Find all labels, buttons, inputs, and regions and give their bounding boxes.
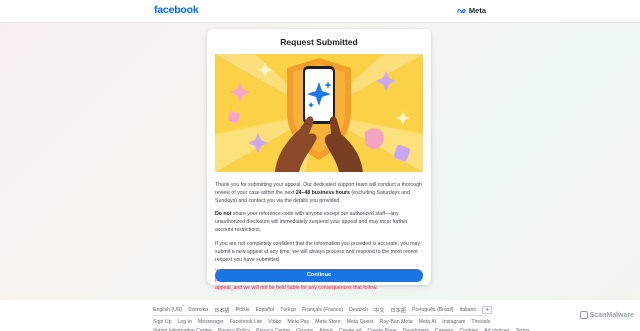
footer-divider <box>153 315 487 316</box>
footer: English (US) Svenska 日本語 Polski Español … <box>0 300 640 331</box>
language-link[interactable]: English (US) <box>153 307 182 313</box>
hero-illustration <box>215 54 423 172</box>
continue-button[interactable]: Continue <box>215 269 423 282</box>
footer-link[interactable]: Meta Quest <box>347 319 374 325</box>
watermark-text: ScanMalware <box>589 311 634 319</box>
footer-link[interactable]: Ray-Ban Meta <box>379 319 412 325</box>
top-bar: facebook Meta <box>0 0 640 23</box>
language-link[interactable]: 中文 <box>374 307 384 314</box>
footer-link[interactable]: Facebook Lite <box>230 319 263 325</box>
page-title: Request Submitted <box>280 37 358 47</box>
language-list: English (US) Svenska 日本語 Polski Español … <box>153 306 493 314</box>
language-link[interactable]: Polski <box>236 307 250 313</box>
language-link[interactable]: Deutsch <box>349 307 368 313</box>
language-link[interactable]: Português (Brasil) <box>412 307 454 313</box>
request-submitted-card: Request Submitted Thank you for submitti… <box>207 29 431 291</box>
meta-infinity-icon <box>457 8 466 13</box>
footer-link[interactable]: Threads <box>471 319 490 325</box>
reference-code-warning-text: Do not share your reference code with an… <box>215 211 408 234</box>
footer-links: Sign Up Log In Messenger Facebook Lite V… <box>153 319 490 325</box>
footer-link[interactable]: Video <box>268 319 281 325</box>
footer-link[interactable]: Meta AI <box>419 319 437 325</box>
footer-link[interactable]: Meta Pay <box>287 319 309 325</box>
meta-logo[interactable]: Meta <box>457 6 486 15</box>
language-link[interactable]: Español <box>255 307 274 313</box>
footer-link[interactable]: Meta Store <box>315 319 340 325</box>
footer-link[interactable]: Messenger <box>198 319 224 325</box>
language-link[interactable]: 日本語 <box>390 307 406 314</box>
facebook-logo[interactable]: facebook <box>154 4 199 16</box>
more-languages-button[interactable]: + <box>482 306 493 314</box>
language-link[interactable]: 日本語 <box>214 307 230 314</box>
footer-link[interactable]: Sign Up <box>153 319 171 325</box>
review-timeline-text: Thank you for submitting your appeal. Ou… <box>215 182 423 205</box>
watermark-icon <box>579 311 588 319</box>
language-link[interactable]: Italiano <box>460 307 477 313</box>
language-link[interactable]: Français (France) <box>302 307 343 313</box>
footer-link[interactable]: Log In <box>177 319 191 325</box>
resubmit-info-text: If you are not completely confident that… <box>215 241 421 264</box>
language-link[interactable]: Türkçe <box>280 307 296 313</box>
language-link[interactable]: Svenska <box>188 307 208 313</box>
meta-logo-text: Meta <box>468 6 486 15</box>
scanmalware-watermark: ScanMalware <box>579 311 634 319</box>
sparkle-icon <box>230 82 250 102</box>
footer-link[interactable]: Instagram <box>442 319 465 325</box>
